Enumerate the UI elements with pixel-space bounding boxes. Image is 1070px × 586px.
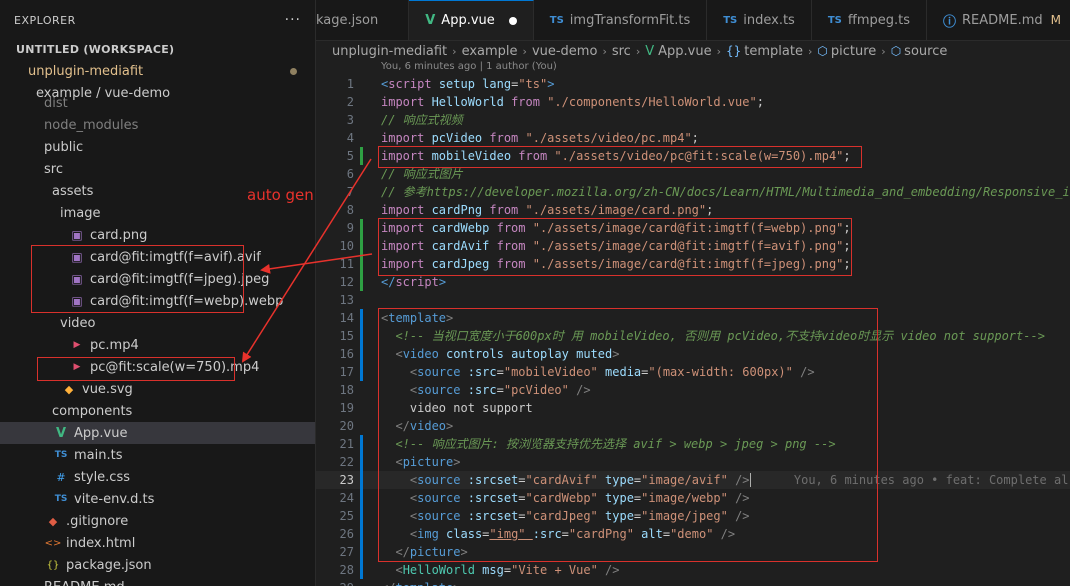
arrow-to-video <box>241 158 372 363</box>
annotation-arrows <box>241 158 373 363</box>
arrow-to-images <box>260 253 373 274</box>
